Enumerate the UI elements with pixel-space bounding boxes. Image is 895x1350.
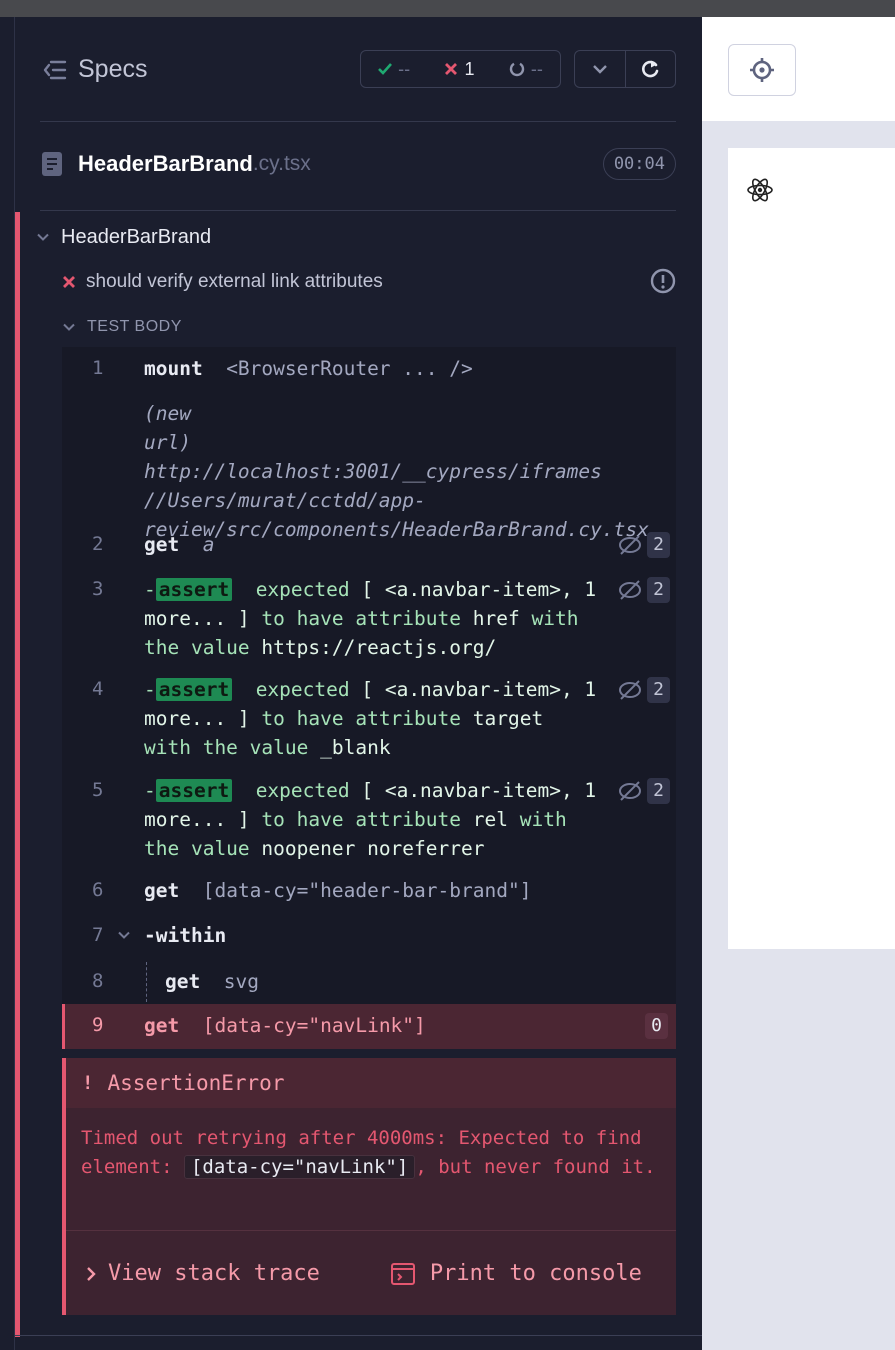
test-body-toggle[interactable]: TEST BODY [63,315,182,339]
eye-slash-icon [619,535,642,555]
pending-icon [509,62,525,77]
x-icon [63,276,75,288]
crosshair-icon [750,58,774,82]
test-stats: -- 1 -- [360,50,561,88]
error-message: Timed out retrying after 4000ms: Expecte… [81,1127,656,1179]
element-count: 2 [617,577,670,603]
eye-slash-icon [619,781,642,801]
window-top-bar [0,0,895,17]
failed-indicator [15,212,20,1337]
preview-header [702,17,895,121]
rerun-button[interactable] [626,51,676,87]
spec-file-name: HeaderBarBrand [78,151,253,176]
chevron-down-icon [37,233,49,241]
eye-slash-icon [619,680,642,700]
document-icon [42,152,62,176]
chevron-down-icon [63,323,75,331]
test-row[interactable]: should verify external link attributes [62,267,677,297]
chevron-right-icon [87,1266,96,1281]
error-selector: [data-cy="navLink"] [183,1155,416,1179]
error-title: AssertionError [107,1071,285,1095]
stat-failed: 1 [444,59,475,80]
aut-preview [702,17,895,1350]
suite-row[interactable]: HeaderBarBrand [37,222,211,252]
app-sidebar [0,17,15,1350]
file-divider [40,210,676,211]
run-controls [574,50,676,88]
nesting-guide [146,962,147,1002]
error-header: ! AssertionError [66,1058,676,1108]
eye-slash-icon [619,580,642,600]
element-count: 2 [617,532,670,558]
x-icon [445,63,458,75]
element-count: 2 [617,677,670,703]
selector-playground-button[interactable] [728,44,796,96]
spec-duration: 00:04 [602,148,676,180]
error-actions: View stack trace Print to console [66,1230,676,1316]
stat-passed: -- [378,59,410,80]
alert-circle-icon[interactable] [649,267,677,295]
command-log: 1 mount <BrowserRouter ... /> (new url) … [62,347,676,1047]
reporter-panel: Specs -- 1 -- HeaderBarBrand .cy.tsx 00:… [15,17,702,1350]
aut-iframe [728,148,895,949]
view-stack-trace-button[interactable]: View stack trace [86,1261,320,1286]
spec-file-ext: .cy.tsx [252,152,311,175]
stat-pending: -- [509,59,543,80]
spec-file-row[interactable]: HeaderBarBrand .cy.tsx 00:04 [40,138,676,190]
specs-toggle[interactable]: Specs [42,55,147,84]
chevron-down-icon [592,65,607,74]
expand-button[interactable] [575,51,626,87]
footer-divider [15,1335,702,1336]
collapse-list-icon [43,60,67,79]
specs-title: Specs [78,55,148,83]
reporter-header: Specs -- 1 -- [15,17,702,122]
print-to-console-button[interactable]: Print to console [390,1261,642,1286]
failed-command-row[interactable]: 9 get [data-cy="navLink"] 0 [62,1004,676,1049]
test-body-label: TEST BODY [87,318,182,335]
check-icon [378,63,393,75]
test-title: should verify external link attributes [86,271,383,292]
chevron-down-icon [118,931,130,939]
error-panel: ! AssertionError Timed out retrying afte… [62,1058,676,1315]
react-icon[interactable] [746,177,774,203]
header-divider [40,121,676,122]
refresh-icon [642,60,659,78]
suite-title: HeaderBarBrand [61,225,212,248]
element-count: 2 [617,778,670,804]
terminal-icon [390,1262,415,1285]
element-count: 0 [645,1013,668,1039]
